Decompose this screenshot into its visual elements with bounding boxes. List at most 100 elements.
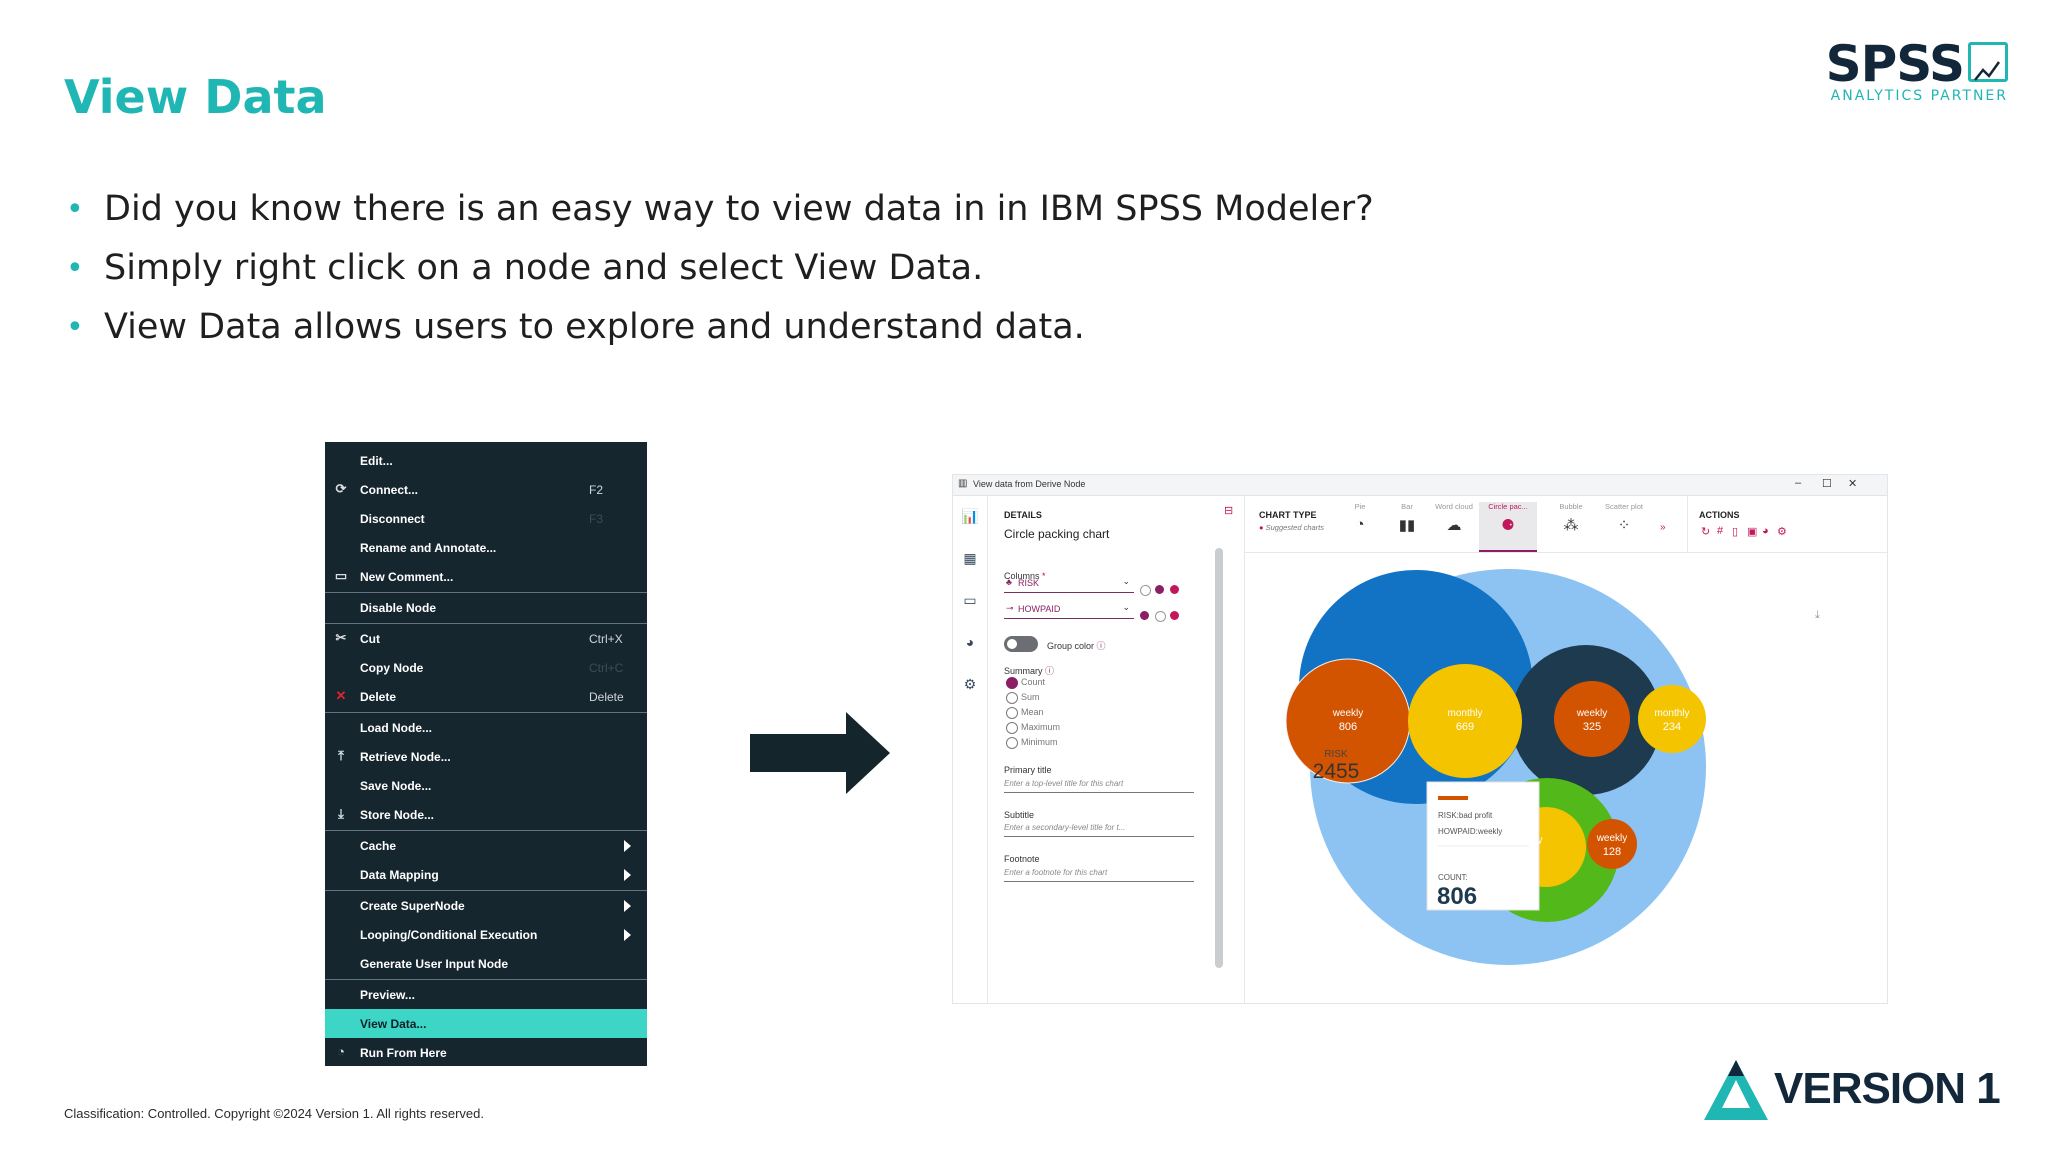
chart-icon: ▥: [958, 478, 968, 489]
menu-item-cut[interactable]: ✂ Cut Ctrl+X: [325, 624, 647, 653]
spss-logo: SPSS ANALYTICS PARTNER: [1825, 35, 2008, 104]
column-select-risk[interactable]: ♣ RISK ⌄: [1004, 574, 1134, 593]
subtitle-input[interactable]: Enter a secondary-level title for t...: [1004, 820, 1194, 837]
retrieve-icon: ⤒: [338, 748, 344, 763]
tooltip-line2: HOWPAID:weekly: [1438, 827, 1502, 836]
menu-item-generate-user-input[interactable]: Generate User Input Node: [325, 949, 647, 978]
chart-line-icon: [1968, 41, 2008, 82]
chart-type-circle-packing[interactable]: Circle pac... ⚈: [1479, 502, 1537, 552]
menu-item-copy-node[interactable]: Copy Node Ctrl+C: [325, 653, 647, 682]
value-669: 669: [1456, 721, 1474, 733]
monitor-icon[interactable]: ▭: [960, 592, 980, 610]
menu-item-looping[interactable]: Looping/Conditional Execution: [325, 920, 647, 949]
menu-item-create-supernode[interactable]: Create SuperNode: [325, 891, 647, 920]
radio-sum[interactable]: [1006, 692, 1018, 704]
bullet-item: • Did you know there is an easy way to vi…: [64, 180, 1464, 239]
menu-item-disable-node[interactable]: Disable Node: [325, 593, 647, 622]
table-icon[interactable]: ▦: [960, 550, 980, 568]
chart-type-word-cloud[interactable]: Word cloud ☁: [1425, 502, 1483, 550]
value-806: 806: [1339, 721, 1357, 733]
value-128: 128: [1603, 846, 1621, 858]
radio-count[interactable]: [1006, 677, 1018, 689]
menu-item-cache[interactable]: Cache: [325, 831, 647, 860]
menu-item-rename[interactable]: Rename and Annotate...: [325, 533, 647, 562]
document-icon[interactable]: ▯: [1732, 525, 1738, 538]
chevron-down-icon: ⌄: [1122, 576, 1130, 586]
menu-item-data-mapping[interactable]: Data Mapping: [325, 860, 647, 889]
context-menu: Edit... ⟳ Connect... F2 Disconnect F3 Renam…: [325, 442, 647, 1066]
view-data-window: ▥ View data from Derive Node – ☐ ✕ 📊 ▦ ▭…: [952, 474, 1888, 1004]
gear-icon[interactable]: ⚙: [960, 676, 980, 694]
risk-label: RISK: [1324, 749, 1348, 760]
gear-icon[interactable]: ⚙: [1777, 525, 1787, 538]
menu-item-connect[interactable]: ⟳ Connect... F2: [325, 475, 647, 504]
column-select-howpaid[interactable]: ⊸ HOWPAID ⌄: [1004, 600, 1134, 619]
settings-circle-icon[interactable]: [1155, 611, 1166, 622]
menu-item-delete[interactable]: ✕ Delete Delete: [325, 682, 647, 711]
slide-title: View Data: [64, 70, 327, 124]
submenu-arrow-icon: [624, 900, 631, 912]
minimize-icon[interactable]: –: [1795, 477, 1801, 489]
remove-circle-icon[interactable]: [1170, 611, 1179, 620]
scissors-icon: ✂: [335, 630, 347, 645]
menu-item-store-node[interactable]: ⤓ Store Node...: [325, 800, 647, 829]
hash-icon[interactable]: #: [1717, 525, 1723, 537]
group-color-toggle[interactable]: [1004, 636, 1038, 652]
menu-item-save-node[interactable]: Save Node...: [325, 771, 647, 800]
info-icon: ⓘ: [1045, 666, 1055, 676]
bubble-icon: ⁂: [1563, 517, 1579, 534]
run-icon: ◔: [337, 1044, 345, 1059]
menu-item-edit[interactable]: Edit...: [325, 446, 647, 475]
collapse-icon[interactable]: ⊟: [1224, 504, 1233, 517]
menu-item-run-from-here[interactable]: ◔ Run From Here: [325, 1038, 647, 1067]
refresh-icon[interactable]: ↻: [1701, 525, 1710, 538]
palette-icon[interactable]: ◕: [960, 634, 980, 652]
chart-name: Circle packing chart: [1004, 527, 1110, 541]
primary-title-label: Primary title: [1004, 765, 1052, 775]
menu-item-view-data[interactable]: View Data...: [325, 1009, 647, 1038]
cloud-icon: ☁: [1446, 517, 1462, 534]
submenu-arrow-icon: [624, 929, 631, 941]
bar-chart-icon[interactable]: 📊: [960, 508, 980, 526]
menu-item-disconnect[interactable]: Disconnect F3: [325, 504, 647, 533]
download-icon[interactable]: ⤓: [1815, 609, 1820, 622]
circle-packing-icon: ⚈: [1501, 517, 1515, 534]
chart-type-scatter[interactable]: Scatter plot ⁘: [1595, 502, 1653, 550]
chart-type-bubble[interactable]: Bubble ⁂: [1542, 502, 1600, 550]
info-icon: ⓘ: [1096, 641, 1106, 651]
circle-weekly-128: [1587, 819, 1637, 869]
scatter-icon: ⁘: [1617, 517, 1631, 534]
comment-icon: ▭: [334, 568, 348, 583]
maximize-icon[interactable]: ☐: [1822, 477, 1832, 490]
radio-minimum[interactable]: [1006, 737, 1018, 749]
add-circle-icon[interactable]: [1155, 585, 1164, 594]
radio-maximum[interactable]: [1006, 722, 1018, 734]
footnote-input[interactable]: Enter a footnote for this chart: [1004, 865, 1194, 882]
primary-title-input[interactable]: Enter a top-level title for this chart: [1004, 776, 1194, 793]
circle-weekly-325: [1554, 681, 1630, 757]
label-monthly-669: monthly: [1447, 708, 1482, 719]
bullet-item: • View Data allows users to explore and u…: [64, 298, 1464, 357]
menu-item-new-comment[interactable]: ▭ New Comment...: [325, 562, 647, 591]
close-icon[interactable]: ✕: [1848, 477, 1857, 490]
bullet-list: • Did you know there is an easy way to vi…: [64, 180, 1464, 357]
value-234: 234: [1663, 721, 1681, 733]
submenu-arrow-icon: [624, 840, 631, 852]
details-panel: DETAILS ⊟ Circle packing chart Columns *…: [988, 496, 1245, 1003]
footnote-label: Footnote: [1004, 854, 1040, 864]
remove-circle-icon[interactable]: [1170, 585, 1179, 594]
chart-tooltip: RISK:bad profit HOWPAID:weekly COUNT: 80…: [1426, 781, 1540, 911]
add-circle-icon[interactable]: [1140, 611, 1149, 620]
menu-item-retrieve-node[interactable]: ⤒ Retrieve Node...: [325, 742, 647, 771]
summary-label: Summary ⓘ: [1004, 666, 1055, 676]
details-scrollbar[interactable]: [1215, 548, 1223, 968]
expand-more-icon[interactable]: »: [1660, 522, 1666, 533]
radio-mean[interactable]: [1006, 707, 1018, 719]
menu-item-load-node[interactable]: Load Node...: [325, 713, 647, 742]
tooltip-line1: RISK:bad profit: [1438, 811, 1493, 820]
menu-item-preview[interactable]: Preview...: [325, 980, 647, 1009]
image-icon[interactable]: ▣: [1747, 525, 1757, 538]
palette-icon[interactable]: ◕: [1762, 525, 1769, 537]
right-arrow-icon: [750, 712, 890, 798]
settings-circle-icon[interactable]: [1140, 585, 1151, 596]
